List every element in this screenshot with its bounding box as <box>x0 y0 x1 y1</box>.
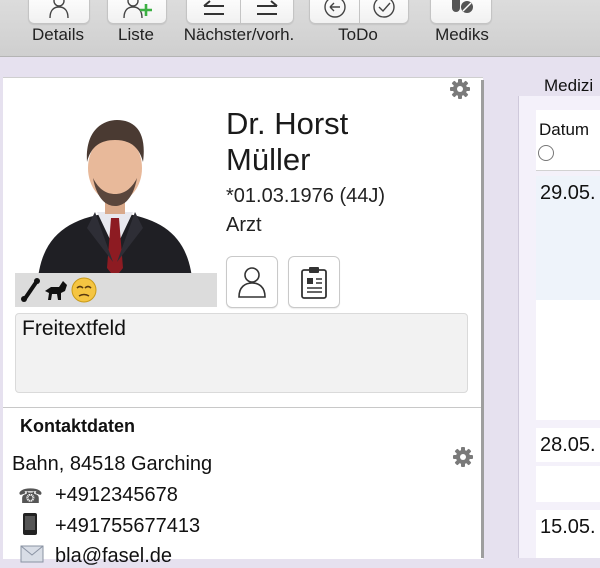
todo-control <box>309 0 409 24</box>
mediks-button[interactable] <box>430 0 492 24</box>
gear-icon[interactable] <box>449 78 471 100</box>
phone-number[interactable]: +4912345678 <box>55 484 178 507</box>
mobile-phone-icon <box>23 513 37 535</box>
bone-icon <box>21 278 40 302</box>
dog-icon <box>45 281 67 300</box>
table-row[interactable]: 15.05. <box>536 510 600 558</box>
section-divider <box>3 407 481 408</box>
address: Bahn, 84518 Garching <box>12 453 213 475</box>
right-panel-title: Medizi <box>544 76 594 95</box>
table-row-detail <box>536 466 600 502</box>
contact-heading: Kontaktdaten <box>20 416 136 436</box>
mobile-number[interactable]: +491755677413 <box>55 515 200 538</box>
toolbar: Details Liste Nächster/vorh. ToDo Mediks <box>0 0 600 57</box>
person-outline-icon <box>238 267 266 298</box>
row-date: 28.05. <box>540 434 596 456</box>
split-divider[interactable] <box>481 80 484 558</box>
patient-name: Dr. Horst Müller <box>226 106 348 178</box>
mediks-label: Mediks <box>435 25 489 44</box>
todo-done-button[interactable] <box>359 0 408 23</box>
table-row-detail <box>536 300 600 420</box>
email-address[interactable]: bla@fasel.de <box>55 545 172 568</box>
radio-button[interactable] <box>538 145 554 161</box>
row-date: 15.05. <box>540 516 596 538</box>
column-header-label: Datum <box>539 120 590 139</box>
details-label: Details <box>32 25 84 44</box>
previous-button[interactable] <box>187 0 240 23</box>
telephone-icon: ☎ <box>18 486 43 508</box>
todo-label: ToDo <box>338 25 378 44</box>
circle-arrow-left-icon <box>323 0 346 18</box>
column-header-datum[interactable]: Datum <box>536 110 600 171</box>
clipboard-icon <box>301 267 327 299</box>
birth-date: *01.03.1976 (44J) <box>226 185 386 207</box>
status-badges <box>15 273 217 307</box>
gear-icon[interactable] <box>452 446 474 468</box>
pills-icon <box>452 0 473 13</box>
next-prev-label: Nächster/vorh. <box>183 25 295 44</box>
arrow-right-icon <box>257 0 278 15</box>
profession: Arzt <box>226 214 262 236</box>
freetext-value: Freitextfeld <box>22 317 126 340</box>
person-details-button[interactable] <box>226 256 278 308</box>
table-row[interactable]: 28.05. <box>536 428 600 462</box>
patient-name-line2: Müller <box>226 142 311 177</box>
details-button[interactable] <box>28 0 90 24</box>
patient-name-line1: Dr. Horst <box>226 106 349 141</box>
todo-back-button[interactable] <box>310 0 359 23</box>
person-icon <box>49 0 69 18</box>
sick-face-icon <box>71 277 97 303</box>
next-prev-control <box>186 0 294 24</box>
row-date: 29.05. <box>540 182 596 204</box>
next-button[interactable] <box>240 0 293 23</box>
liste-button[interactable] <box>107 0 167 24</box>
circle-check-icon <box>373 0 395 18</box>
envelope-icon <box>20 545 44 563</box>
liste-label: Liste <box>118 25 154 44</box>
add-person-icon <box>123 0 152 18</box>
freetext-field[interactable]: Freitextfeld <box>15 313 468 393</box>
table-row[interactable]: 29.05. <box>536 176 600 300</box>
arrow-left-icon <box>202 0 224 15</box>
clipboard-button[interactable] <box>288 256 340 308</box>
